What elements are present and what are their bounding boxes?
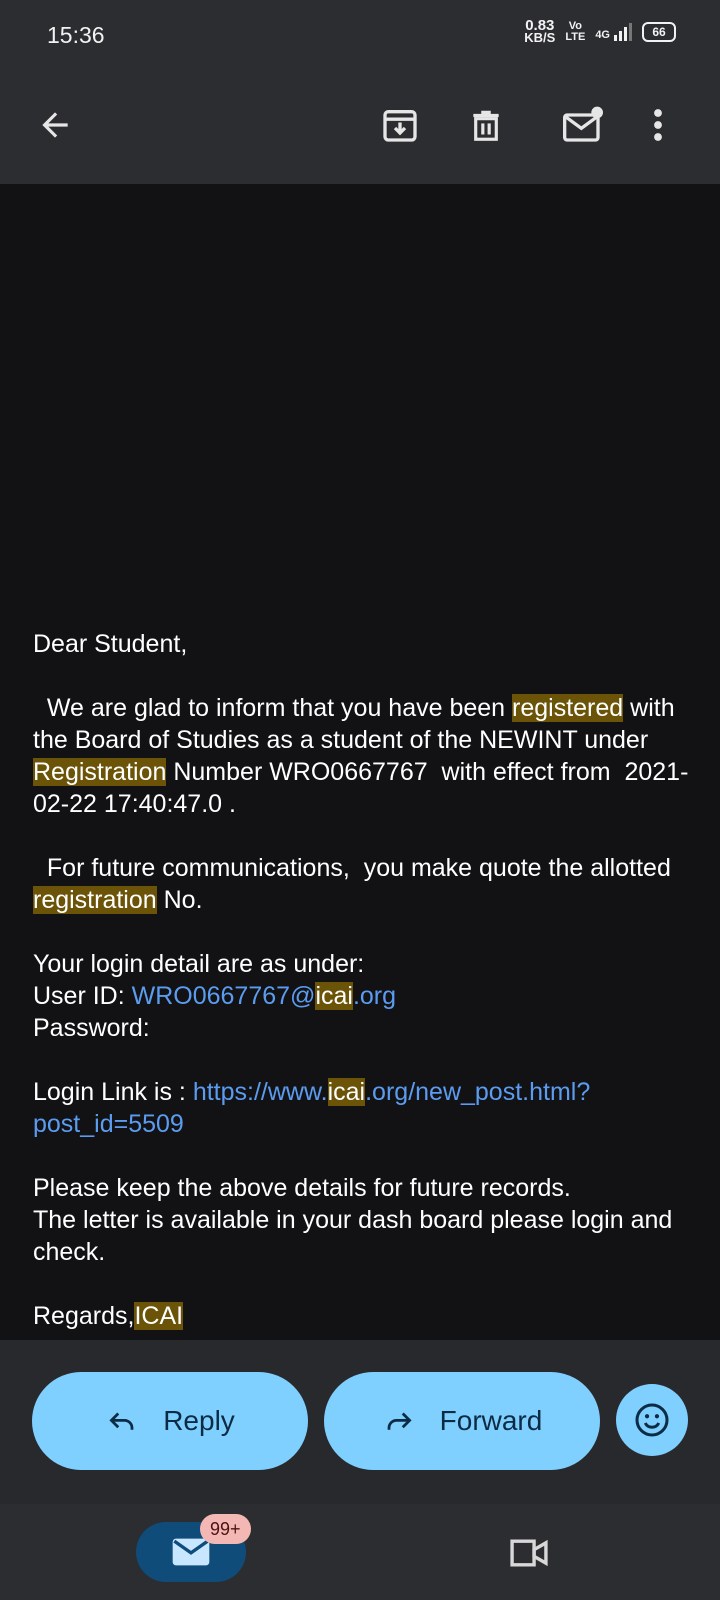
search-highlight: ICAI <box>134 1302 184 1330</box>
status-bar: 15:36 0.83 KB/S Vo LTE 4G 66 <box>0 0 720 70</box>
arrow-left-icon <box>42 112 68 138</box>
toolbar <box>0 70 720 184</box>
action-bar: Reply Forward <box>0 1340 720 1504</box>
login-intro: Your login detail are as under: <box>33 950 365 978</box>
unread-badge: 99+ <box>200 1514 251 1544</box>
mark-unread-button[interactable] <box>556 98 610 152</box>
forward-label: Forward <box>439 1405 543 1436</box>
greeting: Dear Student, <box>33 630 188 658</box>
paragraph-registration: We are glad to inform that you have been… <box>33 694 689 818</box>
more-vertical-icon <box>654 109 662 141</box>
trash-icon <box>473 110 499 141</box>
system-indicators: 0.83 KB/S Vo LTE 4G 66 <box>524 18 676 45</box>
search-highlight: icai <box>327 1078 366 1106</box>
reply-icon <box>109 1412 134 1430</box>
archive-icon <box>383 110 417 142</box>
keep-details-line: Please keep the above details for future… <box>33 1174 571 1202</box>
login-link-line: Login Link is : https://www.icai.org/new… <box>33 1078 591 1138</box>
regards-line: Regards,ICAI <box>33 1302 184 1330</box>
bottom-navigation: 99+ <box>0 1504 720 1600</box>
volte-indicator: Vo LTE <box>565 21 585 43</box>
reply-label: Reply <box>163 1405 235 1436</box>
user-id-link[interactable]: WRO0667767@icai.org <box>132 982 396 1010</box>
search-highlight: registration <box>33 886 157 914</box>
status-time: 15:36 <box>47 22 105 48</box>
forward-icon <box>387 1412 412 1430</box>
network-speed-unit: KB/S <box>524 30 556 45</box>
archive-button[interactable] <box>373 98 427 152</box>
forward-button[interactable]: Forward <box>324 1372 600 1470</box>
user-id-line: User ID: WRO0667767@icai.org <box>33 982 397 1010</box>
email-message: Dear Student, We are glad to inform that… <box>33 628 693 1332</box>
search-highlight: registered <box>512 694 624 722</box>
volte-bottom: LTE <box>565 31 586 43</box>
signal-icon: 4G <box>595 23 632 41</box>
mail-unread-icon <box>563 106 603 142</box>
search-highlight: Registration <box>33 758 167 786</box>
back-button[interactable] <box>28 98 82 152</box>
letter-line: The letter is available in your dash boa… <box>33 1206 673 1266</box>
emoji-reaction-button[interactable] <box>616 1384 688 1456</box>
search-highlight: icai <box>315 982 353 1010</box>
video-camera-icon <box>510 1539 548 1567</box>
more-options-button[interactable] <box>640 98 676 152</box>
paragraph-communications: For future communications, you make quot… <box>33 854 678 914</box>
smiley-icon <box>635 1403 669 1437</box>
delete-button[interactable] <box>459 98 513 152</box>
reply-button[interactable]: Reply <box>32 1372 308 1470</box>
meet-tab[interactable] <box>506 1530 552 1576</box>
network-speed: 0.83 KB/S <box>524 18 556 45</box>
password-line: Password: <box>33 1014 150 1042</box>
network-type: 4G <box>595 29 610 41</box>
battery-icon: 66 <box>642 22 676 42</box>
